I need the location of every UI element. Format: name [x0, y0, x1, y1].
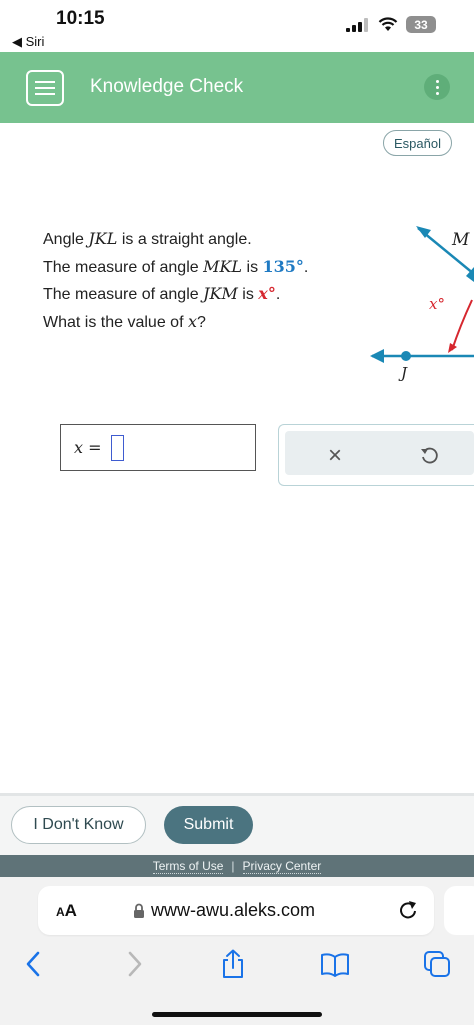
next-tab-peek[interactable] [444, 886, 474, 935]
bottom-action-bar: I Don't Know Submit [0, 793, 474, 855]
menu-button[interactable] [26, 70, 64, 106]
reload-icon [400, 901, 416, 919]
home-indicator [152, 1012, 322, 1017]
point-label-j: J [398, 364, 408, 382]
undo-button[interactable] [413, 440, 445, 472]
clear-button[interactable]: × [319, 440, 351, 472]
angle-diagram: M J x° [370, 226, 474, 382]
menu-icon-bar [35, 93, 55, 95]
aa-big-letter: A [64, 901, 77, 920]
angle-name: JKM [203, 284, 238, 303]
cellular-signal-icon [346, 17, 368, 32]
tabs-icon [424, 951, 450, 977]
app-header: Knowledge Check [0, 52, 474, 123]
status-time: 10:15 [56, 8, 105, 29]
kebab-dot-icon [435, 85, 439, 89]
page-title: Knowledge Check [90, 76, 244, 97]
question-text-part: What is the value of [43, 313, 188, 331]
lock-icon [134, 903, 144, 918]
question-text-part: is a straight angle. [117, 231, 252, 248]
answer-tools-panel: × [278, 424, 474, 486]
question-text-part: The measure of angle [43, 286, 204, 303]
question-text-part: Angle [43, 231, 89, 248]
answer-label: x = [74, 438, 102, 457]
kebab-dot-icon [435, 79, 439, 83]
menu-icon-bar [35, 81, 55, 83]
bookmarks-button[interactable] [320, 949, 350, 979]
answer-box: x = [60, 424, 256, 471]
back-to-siri-link[interactable]: ◀ Siri [12, 34, 44, 50]
address-bar[interactable]: AA www-awu.aleks.com [38, 886, 434, 935]
undo-icon [421, 447, 438, 464]
i-dont-know-button[interactable]: I Don't Know [11, 806, 146, 844]
menu-icon-bar [35, 87, 55, 89]
question-line-1: Angle JKL is a straight angle. [43, 226, 308, 254]
question-text-part: is [237, 286, 259, 303]
question-line-4: What is the value of x? [43, 309, 308, 337]
status-bar: 10:15 ◀ Siri 33 [0, 0, 474, 52]
point-label-m: M [451, 230, 470, 250]
url-text: www-awu.aleks.com [151, 900, 316, 920]
question-text-part: . [275, 286, 281, 303]
aa-small-letter: A [56, 905, 65, 919]
terms-of-use-link[interactable]: Terms of Use [152, 859, 224, 874]
share-icon [223, 949, 243, 978]
footer-links: Terms of Use | Privacy Center [0, 855, 474, 877]
share-button[interactable] [218, 949, 248, 979]
question-text-part: . [303, 258, 309, 276]
chevron-right-icon [128, 951, 142, 977]
tools-container: × [285, 431, 474, 475]
chevron-left-icon [26, 951, 40, 977]
angle-arc-x [451, 299, 473, 351]
browser-chrome: AA www-awu.aleks.com [0, 877, 474, 1025]
question-text-part: ? [197, 313, 206, 331]
battery-icon: 33 [406, 16, 436, 33]
status-icons: 33 [346, 16, 436, 33]
angle-name: MKL [203, 256, 243, 276]
line-jl-arrowhead [370, 349, 384, 363]
footer-separator: | [231, 859, 235, 873]
angle-arc-arrowhead [448, 343, 457, 353]
more-options-button[interactable] [424, 74, 450, 100]
forward-button[interactable] [120, 949, 150, 979]
point-j [401, 351, 411, 361]
privacy-center-link[interactable]: Privacy Center [242, 859, 322, 874]
question-text-part: is [242, 258, 263, 276]
tabs-button[interactable] [422, 949, 452, 979]
url-display[interactable]: www-awu.aleks.com [133, 900, 315, 921]
question-text: Angle JKL is a straight angle. The measu… [43, 226, 308, 336]
variable-name: x [187, 311, 197, 331]
language-toggle-button[interactable]: Español [383, 130, 452, 156]
question-line-3: The measure of angle JKM is x°. [43, 281, 308, 309]
reader-options-button[interactable]: AA [56, 901, 77, 921]
angle-name: JKL [88, 229, 118, 248]
reload-button[interactable] [396, 898, 420, 922]
wifi-icon [378, 17, 398, 31]
unknown-angle-value: x° [258, 284, 276, 303]
submit-button[interactable]: Submit [164, 806, 253, 844]
back-button[interactable] [18, 949, 48, 979]
answer-input[interactable] [111, 435, 124, 461]
book-icon [321, 953, 349, 977]
angle-measure-value: 135° [262, 256, 304, 276]
question-line-2: The measure of angle MKL is 135°. [43, 254, 308, 282]
angle-label-x: x° [429, 295, 445, 313]
question-text-part: The measure of angle [43, 258, 204, 276]
kebab-dot-icon [435, 91, 439, 95]
